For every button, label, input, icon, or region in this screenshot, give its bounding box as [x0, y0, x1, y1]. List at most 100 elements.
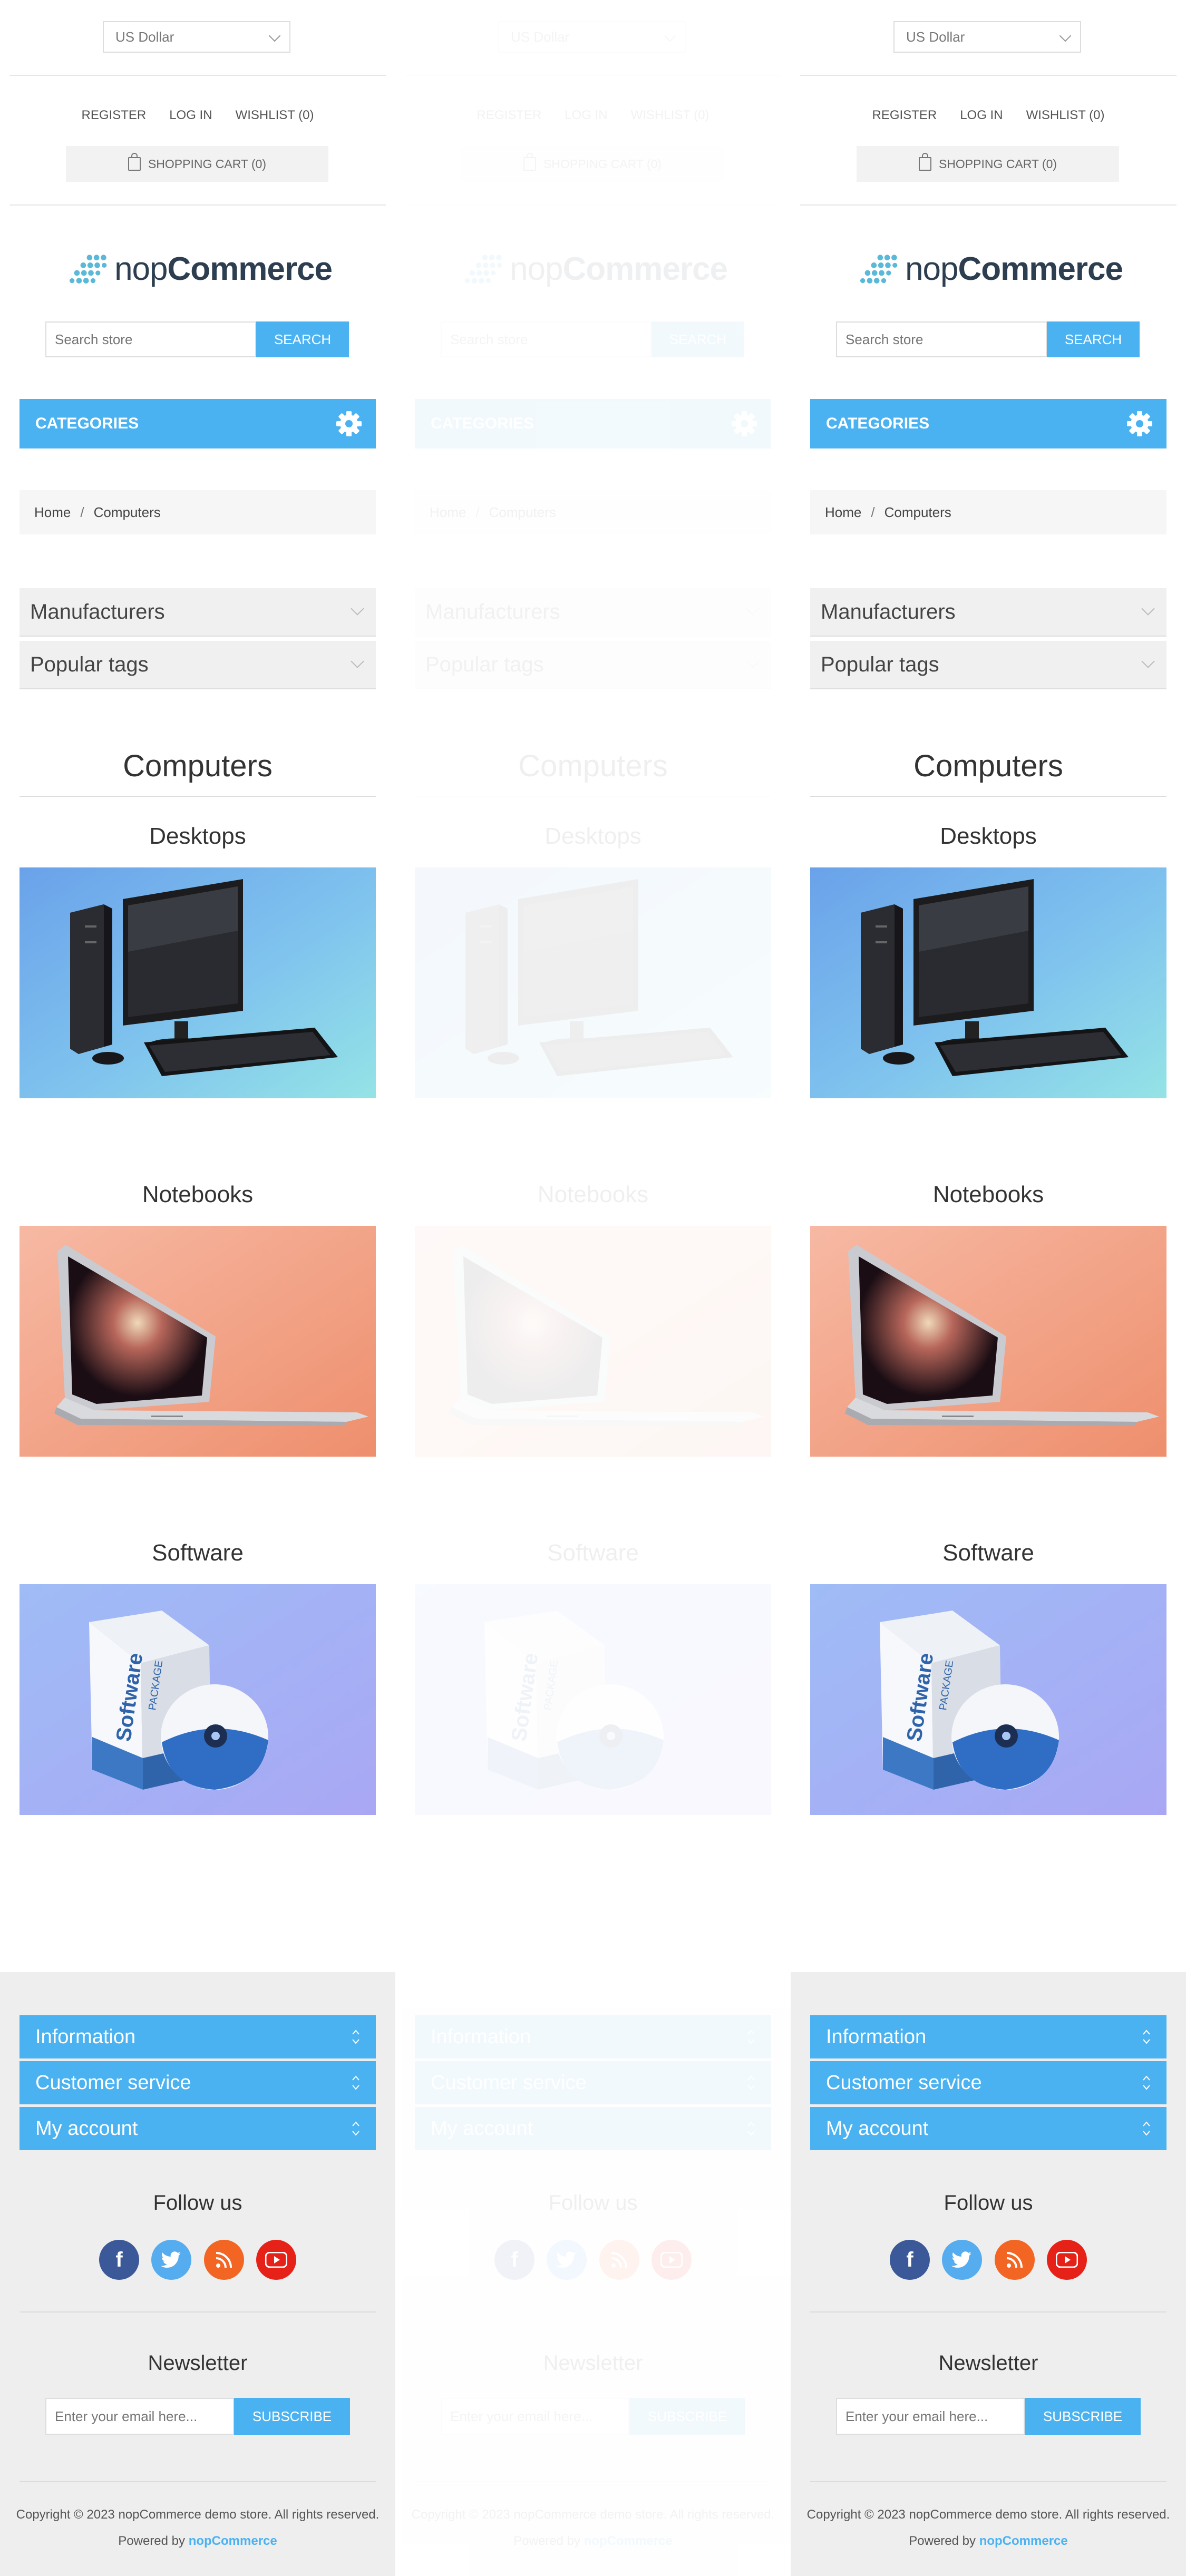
footer-information-toggle[interactable]: Information: [20, 2015, 376, 2058]
chevron-down-icon: [746, 602, 760, 616]
footer-information-toggle[interactable]: Information: [810, 2015, 1166, 2058]
register-link[interactable]: Register: [477, 108, 542, 123]
wishlist-link[interactable]: Wishlist (0): [236, 108, 314, 123]
manufacturers-accordion[interactable]: Manufacturers: [810, 588, 1166, 637]
nopcommerce-link[interactable]: nopCommerce: [979, 2534, 1068, 2548]
logo-text: nopCommerce: [510, 250, 728, 287]
search-input[interactable]: [441, 321, 652, 357]
subcategory-title-software[interactable]: Software: [810, 1540, 1166, 1566]
footer-my-account-toggle[interactable]: My account: [810, 2107, 1166, 2150]
newsletter-email-input[interactable]: [45, 2398, 234, 2435]
follow-us-heading: Follow us: [153, 2191, 242, 2214]
subscribe-button[interactable]: Subscribe: [1025, 2398, 1141, 2435]
subcategory-image-notebooks[interactable]: [20, 1226, 376, 1457]
login-link[interactable]: Log in: [169, 108, 212, 123]
newsletter-email-input[interactable]: [836, 2398, 1025, 2435]
cart-label: Shopping cart (0): [148, 157, 267, 171]
facebook-icon[interactable]: f: [99, 2240, 139, 2280]
store-logo[interactable]: nopCommerce: [859, 242, 1123, 295]
breadcrumb-home[interactable]: Home: [825, 504, 861, 521]
categories-menu-toggle[interactable]: Categories: [20, 399, 376, 448]
subcategory-title-notebooks[interactable]: Notebooks: [415, 1182, 771, 1208]
twitter-icon[interactable]: [942, 2240, 983, 2280]
login-link[interactable]: Log in: [565, 108, 607, 123]
subcategory-image-notebooks[interactable]: [810, 1226, 1166, 1457]
nopcommerce-link[interactable]: nopCommerce: [189, 2534, 277, 2548]
search-button[interactable]: Search: [652, 321, 744, 357]
breadcrumb-home[interactable]: Home: [430, 504, 466, 521]
chevron-down-icon: [1141, 602, 1155, 616]
store-logo[interactable]: nopCommerce: [69, 242, 333, 295]
youtube-icon[interactable]: [1046, 2240, 1087, 2280]
rss-icon[interactable]: [994, 2240, 1035, 2280]
popular-tags-accordion[interactable]: Popular tags: [810, 641, 1166, 689]
footer-customer-service-toggle[interactable]: Customer service: [810, 2061, 1166, 2104]
search-input[interactable]: [45, 321, 256, 357]
subcategory-image-software[interactable]: Software PACKAGE: [415, 1584, 771, 1815]
popular-tags-accordion[interactable]: Popular tags: [415, 641, 771, 689]
wishlist-link[interactable]: Wishlist (0): [631, 108, 709, 123]
manufacturers-accordion[interactable]: Manufacturers: [20, 588, 376, 637]
login-link[interactable]: Log in: [960, 108, 1003, 123]
categories-menu-toggle[interactable]: Categories: [415, 399, 771, 448]
footer-my-account-toggle[interactable]: My account: [415, 2107, 771, 2150]
copyright-text: Copyright © 2023 nopCommerce demo store.…: [411, 2507, 775, 2522]
footer-information-toggle[interactable]: Information: [415, 2015, 771, 2058]
newsletter-email-input[interactable]: [441, 2398, 629, 2435]
categories-menu-toggle[interactable]: Categories: [810, 399, 1166, 448]
nopcommerce-link[interactable]: nopCommerce: [584, 2534, 673, 2548]
facebook-icon[interactable]: f: [494, 2240, 534, 2280]
subcategory-image-desktops[interactable]: [20, 867, 376, 1098]
copyright-text: Copyright © 2023 nopCommerce demo store.…: [16, 2507, 380, 2522]
subcategory-title-desktops[interactable]: Desktops: [415, 823, 771, 850]
subcategory-title-software[interactable]: Software: [415, 1540, 771, 1566]
search-input[interactable]: [836, 321, 1047, 357]
currency-selector[interactable]: US Dollar: [498, 21, 686, 53]
twitter-icon[interactable]: [151, 2240, 192, 2280]
manufacturers-accordion[interactable]: Manufacturers: [415, 588, 771, 637]
subcategory-image-software[interactable]: Software PACKAGE: [810, 1584, 1166, 1815]
twitter-icon[interactable]: [547, 2240, 587, 2280]
chevron-down-icon: [746, 655, 760, 668]
subcategory-title-notebooks[interactable]: Notebooks: [20, 1182, 376, 1208]
subcategory-title-desktops[interactable]: Desktops: [20, 823, 376, 850]
youtube-icon[interactable]: [256, 2240, 296, 2280]
rss-icon[interactable]: [599, 2240, 639, 2280]
footer-my-account-toggle[interactable]: My account: [20, 2107, 376, 2150]
breadcrumb-home[interactable]: Home: [34, 504, 71, 521]
subscribe-button[interactable]: Subscribe: [234, 2398, 350, 2435]
subcategory-image-software[interactable]: Software PACKAGE: [20, 1584, 376, 1815]
footer-customer-service-label: Customer service: [826, 2071, 982, 2094]
shopping-cart-link[interactable]: Shopping cart (0): [66, 146, 328, 182]
subcategory-title-desktops[interactable]: Desktops: [810, 823, 1166, 850]
search-button[interactable]: Search: [1047, 321, 1140, 357]
subcategory-title-software[interactable]: Software: [20, 1540, 376, 1566]
subcategory-image-desktops[interactable]: [810, 867, 1166, 1098]
subcategory-title-notebooks[interactable]: Notebooks: [810, 1182, 1166, 1208]
wishlist-link[interactable]: Wishlist (0): [1026, 108, 1105, 123]
store-logo[interactable]: nopCommerce: [464, 242, 728, 295]
youtube-icon[interactable]: [651, 2240, 692, 2280]
newsletter-form: Subscribe: [441, 2398, 745, 2435]
footer-customer-service-toggle[interactable]: Customer service: [20, 2061, 376, 2104]
register-link[interactable]: Register: [82, 108, 147, 123]
register-link[interactable]: Register: [872, 108, 937, 123]
facebook-icon[interactable]: f: [890, 2240, 930, 2280]
subcategory-image-notebooks[interactable]: [415, 1226, 771, 1457]
breadcrumb-current: Computers: [884, 504, 951, 520]
footer-customer-service-toggle[interactable]: Customer service: [415, 2061, 771, 2104]
popular-tags-accordion[interactable]: Popular tags: [20, 641, 376, 689]
breadcrumb-current: Computers: [489, 504, 556, 520]
currency-selector[interactable]: US Dollar: [893, 21, 1081, 53]
rss-icon[interactable]: [203, 2240, 244, 2280]
footer-information-label: Information: [431, 2025, 531, 2048]
subscribe-button[interactable]: Subscribe: [629, 2398, 745, 2435]
shopping-cart-link[interactable]: Shopping cart (0): [461, 146, 724, 182]
search-box: Search: [836, 321, 1140, 357]
newsletter-form: Subscribe: [836, 2398, 1141, 2435]
currency-selector[interactable]: US Dollar: [103, 21, 290, 53]
search-button[interactable]: Search: [256, 321, 349, 357]
subcategory-image-desktops[interactable]: [415, 867, 771, 1098]
shopping-cart-link[interactable]: Shopping cart (0): [857, 146, 1119, 182]
footer-divider: [415, 2481, 771, 2482]
